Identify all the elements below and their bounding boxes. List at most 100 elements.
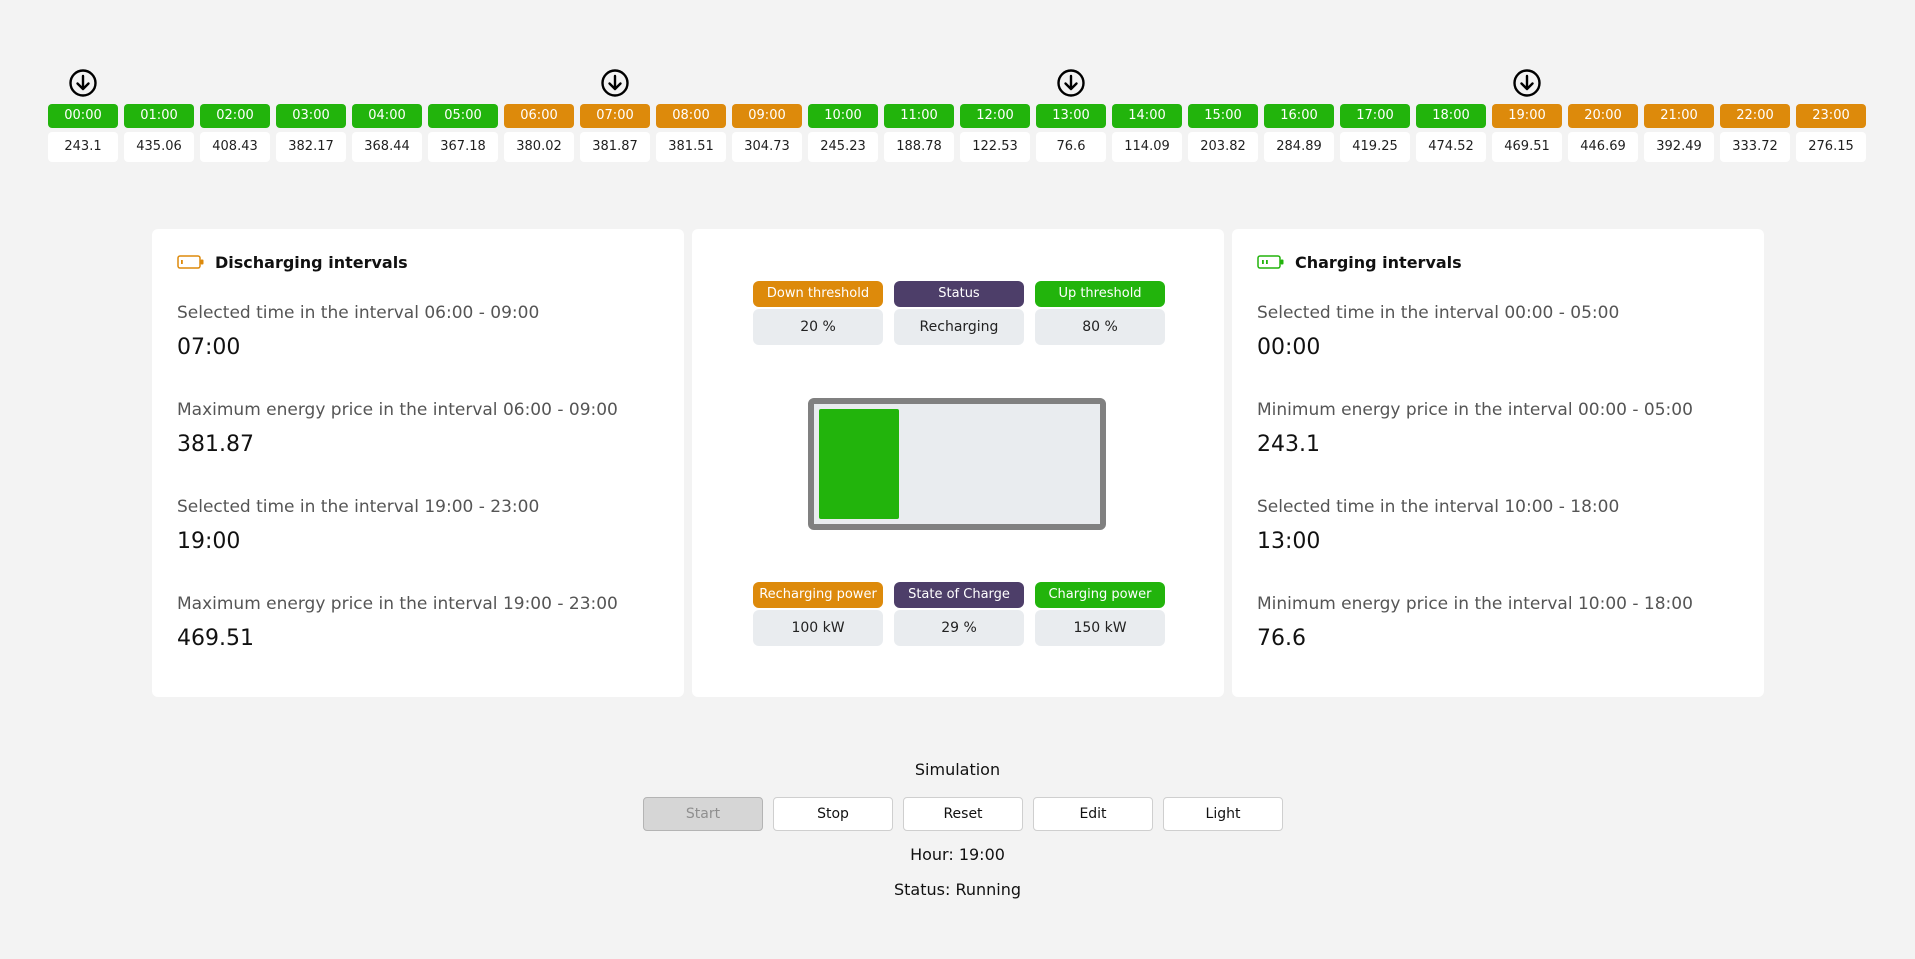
- hour-slot: 14:00 114.09: [1112, 68, 1182, 164]
- hour-slot: 10:00 245.23: [808, 68, 878, 164]
- hour-slot: 15:00 203.82: [1188, 68, 1258, 164]
- hour-price: 122.53: [960, 132, 1030, 162]
- hour-price: 284.89: [1264, 132, 1334, 162]
- hour-price: 203.82: [1188, 132, 1258, 162]
- info-value: 07:00: [177, 335, 241, 360]
- hour-slot: 18:00 474.52: [1416, 68, 1486, 164]
- hour-label: 02:00: [200, 104, 270, 128]
- charge-row-min-price-2: Minimum energy price in the interval 10:…: [1257, 594, 1693, 651]
- hour-label: 15:00: [1188, 104, 1258, 128]
- info-label: Maximum energy price in the interval 19:…: [177, 594, 618, 614]
- reset-button[interactable]: Reset: [903, 797, 1023, 831]
- battery-status-card: Down threshold 20 % Status Recharging Up…: [692, 229, 1224, 697]
- hour-price: 76.6: [1036, 132, 1106, 162]
- charging-intervals-card: Charging intervals Selected time in the …: [1232, 229, 1764, 697]
- battery-charge-level: [819, 409, 899, 519]
- hour-slot: 04:00 368.44: [352, 68, 422, 164]
- pill-value: 29 %: [894, 610, 1024, 646]
- hour-label: 00:00: [48, 104, 118, 128]
- light-button[interactable]: Light: [1163, 797, 1283, 831]
- arrow-down-circle-icon: [1057, 69, 1085, 97]
- pill-label: Recharging power: [753, 582, 883, 608]
- hour-price: 381.87: [580, 132, 650, 162]
- hour-label: 18:00: [1416, 104, 1486, 128]
- threshold-pills: Down threshold 20 % Status Recharging Up…: [753, 281, 1165, 347]
- battery-gauge: [808, 398, 1106, 530]
- arrow-down-circle-icon: [601, 69, 629, 97]
- hour-price: 245.23: [808, 132, 878, 162]
- hour-price: 381.51: [656, 132, 726, 162]
- hour-price: 392.49: [1644, 132, 1714, 162]
- start-button[interactable]: Start: [643, 797, 763, 831]
- pill-value: 100 kW: [753, 610, 883, 646]
- charging-card-header: Charging intervals: [1257, 251, 1462, 273]
- recharging-power-pill: Recharging power 100 kW: [753, 582, 883, 648]
- hour-label: 10:00: [808, 104, 878, 128]
- hour-price: 474.52: [1416, 132, 1486, 162]
- info-label: Selected time in the interval 19:00 - 23…: [177, 497, 540, 517]
- hour-label: 06:00: [504, 104, 574, 128]
- hourly-price-timeline: 00:00 243.1 01:00 435.06 02:00 408.43 03:00 382…: [48, 68, 1868, 164]
- stop-button[interactable]: Stop: [773, 797, 893, 831]
- pill-value: Recharging: [894, 309, 1024, 345]
- hour-price: 408.43: [200, 132, 270, 162]
- hour-price: 367.18: [428, 132, 498, 162]
- info-label: Minimum energy price in the interval 10:…: [1257, 594, 1693, 614]
- hour-price: 380.02: [504, 132, 574, 162]
- simulation-title: Simulation: [914, 760, 1001, 779]
- hour-label: 05:00: [428, 104, 498, 128]
- pill-label: Charging power: [1035, 582, 1165, 608]
- hour-slot: 11:00 188.78: [884, 68, 954, 164]
- discharging-card-title: Discharging intervals: [215, 252, 408, 272]
- charging-card-title: Charging intervals: [1295, 252, 1462, 272]
- hour-label: 20:00: [1568, 104, 1638, 128]
- hour-price: 276.15: [1796, 132, 1866, 162]
- hour-label: 17:00: [1340, 104, 1410, 128]
- discharging-intervals-card: Discharging intervals Selected time in t…: [152, 229, 684, 697]
- hour-label: 12:00: [960, 104, 1030, 128]
- info-value: 00:00: [1257, 335, 1321, 360]
- arrow-down-circle-icon: [69, 69, 97, 97]
- hour-slot: 16:00 284.89: [1264, 68, 1334, 164]
- hour-label: 21:00: [1644, 104, 1714, 128]
- current-hour-text: Hour: 19:00: [910, 845, 1005, 864]
- info-label: Maximum energy price in the interval 06:…: [177, 400, 618, 420]
- hour-price: 243.1: [48, 132, 118, 162]
- info-label: Selected time in the interval 00:00 - 05…: [1257, 303, 1620, 323]
- hour-price: 446.69: [1568, 132, 1638, 162]
- info-label: Selected time in the interval 06:00 - 09…: [177, 303, 540, 323]
- edit-button[interactable]: Edit: [1033, 797, 1153, 831]
- charge-row-selected-time-2: Selected time in the interval 10:00 - 18…: [1257, 497, 1619, 554]
- hour-label: 16:00: [1264, 104, 1334, 128]
- discharge-row-selected-time-1: Selected time in the interval 06:00 - 09…: [177, 303, 539, 360]
- info-value: 381.87: [177, 432, 254, 457]
- hour-label: 04:00: [352, 104, 422, 128]
- hour-price: 333.72: [1720, 132, 1790, 162]
- hour-label: 03:00: [276, 104, 346, 128]
- hour-slot: 21:00 392.49: [1644, 68, 1714, 164]
- hour-price: 114.09: [1112, 132, 1182, 162]
- hour-label: 23:00: [1796, 104, 1866, 128]
- discharge-row-max-price-2: Maximum energy price in the interval 19:…: [177, 594, 618, 651]
- info-label: Minimum energy price in the interval 00:…: [1257, 400, 1693, 420]
- state-of-charge-pill: State of Charge 29 %: [894, 582, 1024, 648]
- hour-label: 01:00: [124, 104, 194, 128]
- hour-slot: 02:00 408.43: [200, 68, 270, 164]
- hour-label: 11:00: [884, 104, 954, 128]
- hour-slot: 00:00 243.1: [48, 68, 118, 164]
- hour-label: 22:00: [1720, 104, 1790, 128]
- hour-label: 19:00: [1492, 104, 1562, 128]
- info-value: 243.1: [1257, 432, 1320, 457]
- up-threshold-pill: Up threshold 80 %: [1035, 281, 1165, 347]
- pill-value: 80 %: [1035, 309, 1165, 345]
- power-pills: Recharging power 100 kW State of Charge …: [753, 582, 1165, 648]
- hour-slot: 05:00 367.18: [428, 68, 498, 164]
- hour-price: 469.51: [1492, 132, 1562, 162]
- hour-slot: 09:00 304.73: [732, 68, 802, 164]
- discharging-card-header: Discharging intervals: [177, 251, 408, 273]
- hour-slot: 12:00 122.53: [960, 68, 1030, 164]
- pill-label: Down threshold: [753, 281, 883, 307]
- info-label: Selected time in the interval 10:00 - 18…: [1257, 497, 1620, 517]
- charging-power-pill: Charging power 150 kW: [1035, 582, 1165, 648]
- hour-price: 368.44: [352, 132, 422, 162]
